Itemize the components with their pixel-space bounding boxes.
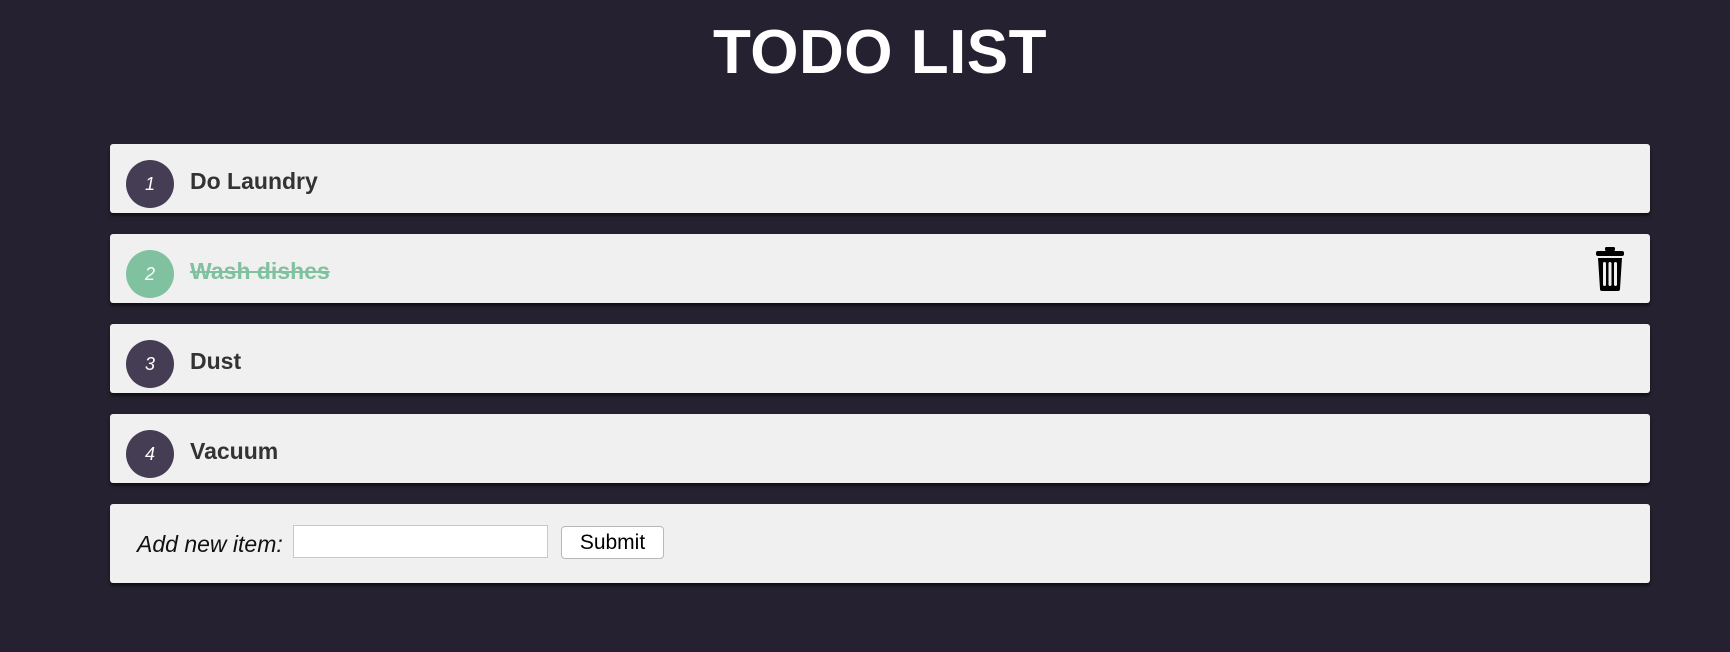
add-item-form: Add new item: Submit (110, 504, 1650, 583)
trash-icon[interactable] (1594, 247, 1626, 291)
submit-button[interactable]: Submit (561, 526, 664, 559)
todo-label[interactable]: Wash dishes (190, 256, 330, 286)
todo-item[interactable]: 4 Vacuum (110, 414, 1650, 483)
todo-number-badge: 1 (126, 160, 174, 208)
todo-label[interactable]: Dust (190, 346, 241, 376)
todo-list: 1 Do Laundry 2 Wash dishes 3 Dust 4 Vacu… (110, 144, 1650, 583)
todo-label[interactable]: Vacuum (190, 436, 278, 466)
todo-number-badge: 2 (126, 250, 174, 298)
todo-app: TODO LIST 1 Do Laundry 2 Wash dishes 3 D… (0, 0, 1730, 652)
todo-item[interactable]: 1 Do Laundry (110, 144, 1650, 213)
trash-icon-graphic (1596, 247, 1624, 291)
page-title: TODO LIST (712, 18, 1048, 87)
new-item-input[interactable] (293, 525, 548, 558)
todo-number-badge: 3 (126, 340, 174, 388)
todo-number-badge: 4 (126, 430, 174, 478)
todo-item-completed[interactable]: 2 Wash dishes (110, 234, 1650, 303)
add-item-label: Add new item: (137, 531, 283, 557)
todo-label[interactable]: Do Laundry (190, 166, 318, 196)
todo-item[interactable]: 3 Dust (110, 324, 1650, 393)
